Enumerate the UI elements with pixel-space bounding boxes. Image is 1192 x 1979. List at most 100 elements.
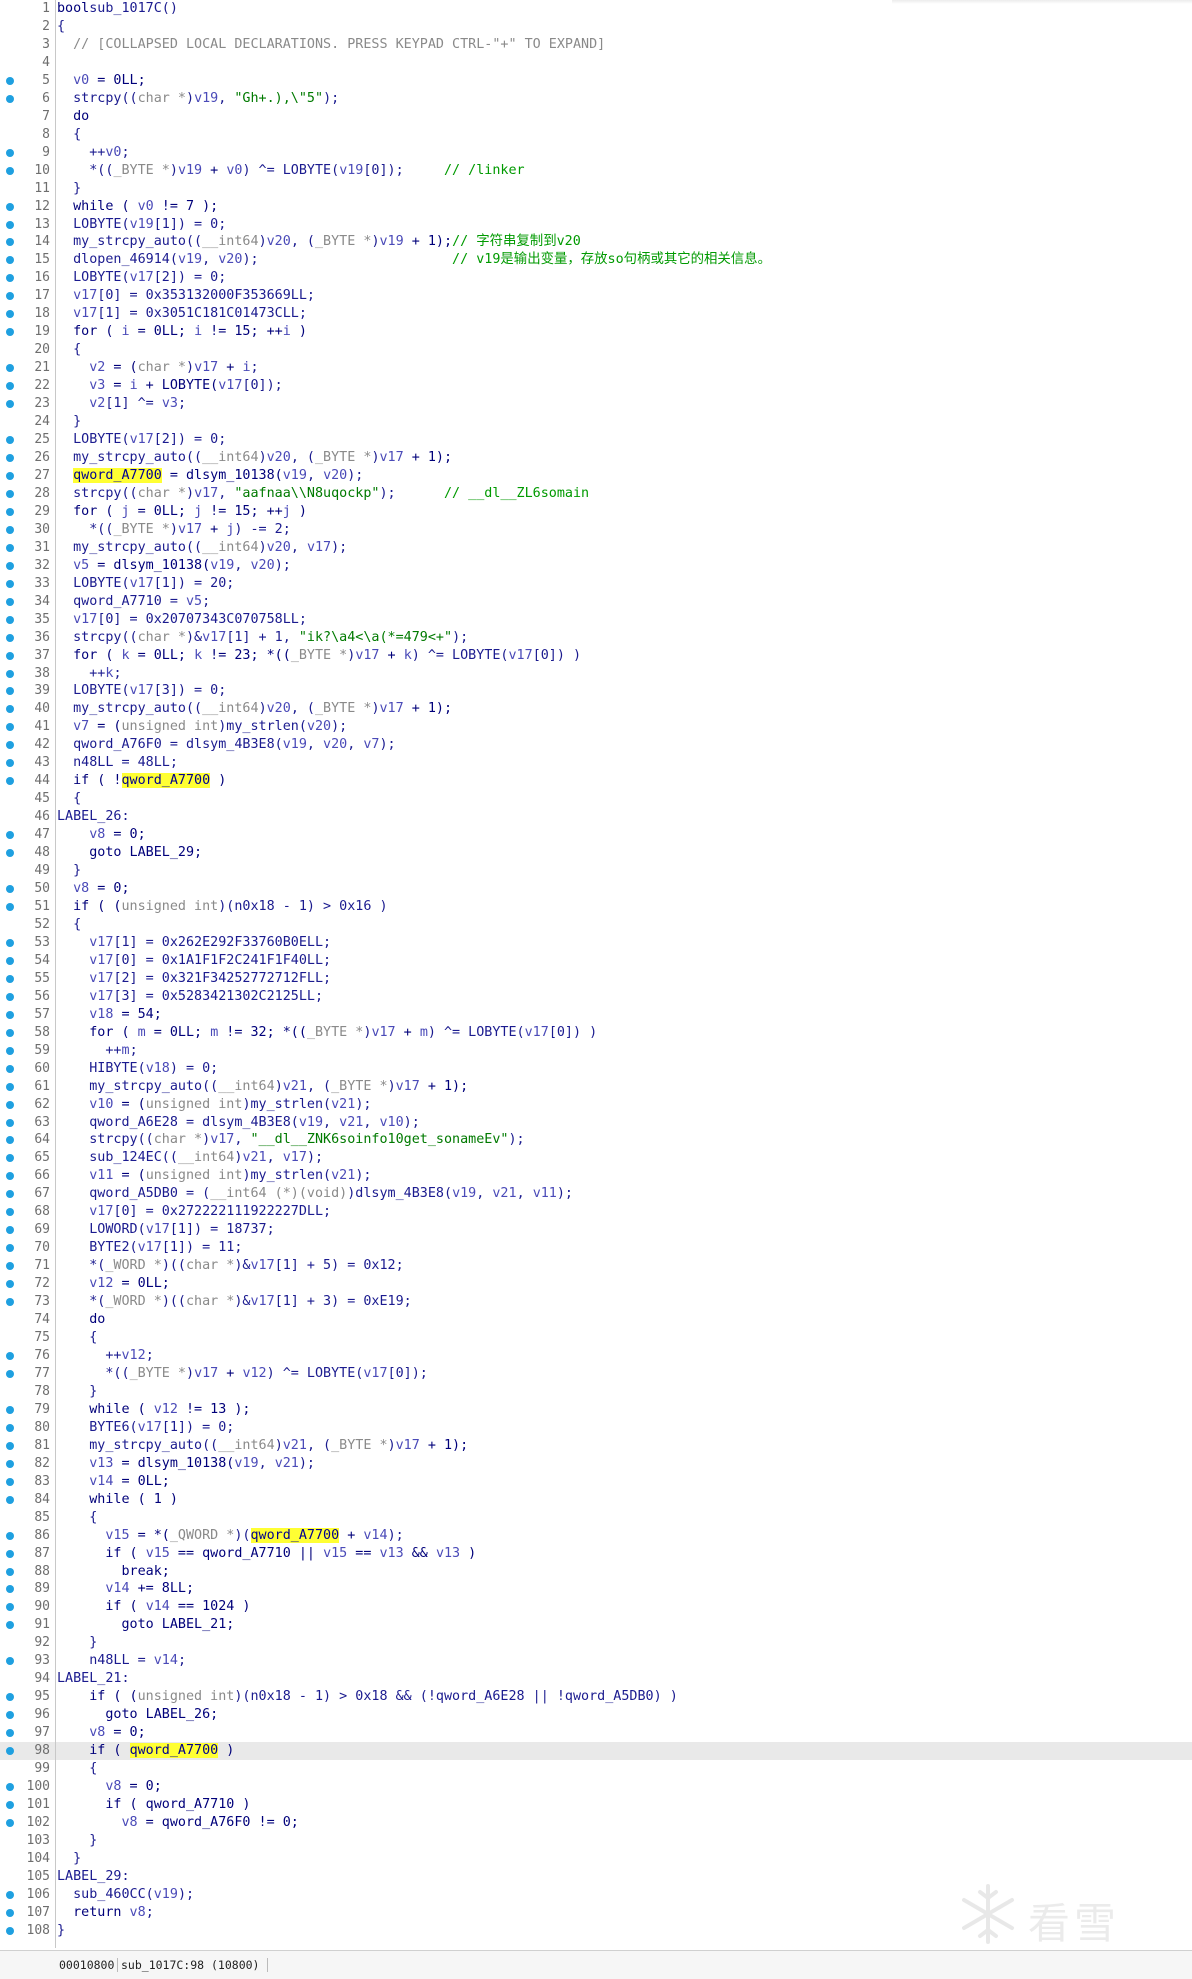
code-text[interactable]: qword_A6E28 = dlsym_4B3E8(v19, v21, v10)… — [57, 1114, 420, 1132]
code-line[interactable]: 36 strcpy((char *)&v17[1] + 1, "ik?\a4<\… — [0, 629, 1192, 647]
code-text[interactable]: break; — [57, 1563, 169, 1581]
code-line[interactable]: 28 strcpy((char *)v17, "aafnaa\\N8uqockp… — [0, 485, 1192, 503]
code-line[interactable]: 11 } — [0, 180, 1192, 198]
code-text[interactable]: *((_BYTE *)v17 + j) -= 2; — [57, 521, 291, 539]
code-line[interactable]: 23 v2[1] ^= v3; — [0, 395, 1192, 413]
code-text[interactable]: v7 = (unsigned int)my_strlen(v20); — [57, 718, 347, 736]
code-text[interactable]: my_strcpy_auto((__int64)v20, v17); — [57, 539, 347, 557]
code-text[interactable]: } — [57, 1383, 97, 1401]
code-line[interactable]: 54 v17[0] = 0x1A1F1F2C241F1F40LL; — [0, 952, 1192, 970]
code-line[interactable]: 74 do — [0, 1311, 1192, 1329]
code-text[interactable]: goto LABEL_26; — [57, 1706, 218, 1724]
code-line[interactable]: 64 strcpy((char *)v17, "__dl__ZNK6soinfo… — [0, 1131, 1192, 1149]
code-line[interactable]: 57 v18 = 54; — [0, 1006, 1192, 1024]
code-text[interactable]: qword_A76F0 = dlsym_4B3E8(v19, v20, v7); — [57, 736, 396, 754]
code-text[interactable]: ++v12; — [57, 1347, 153, 1365]
code-line[interactable]: 46 LABEL_26: — [0, 808, 1192, 826]
code-text[interactable]: my_strcpy_auto((__int64)v20, (_BYTE *)v1… — [57, 233, 581, 251]
code-text[interactable]: strcpy((char *)v19, "Gh+.),\"5"); — [57, 90, 339, 108]
code-text[interactable]: LABEL_21: — [57, 1670, 130, 1688]
code-line[interactable]: 17 v17[0] = 0x353132000F353669LL; — [0, 287, 1192, 305]
code-text[interactable]: } — [57, 180, 81, 198]
code-text[interactable]: if ( v15 == qword_A7710 || v15 == v13 &&… — [57, 1545, 476, 1563]
code-text[interactable]: v8 = 0; — [57, 880, 129, 898]
code-line[interactable]: 53 v17[1] = 0x262E292F33760B0ELL; — [0, 934, 1192, 952]
code-line[interactable]: 79 while ( v12 != 13 ); — [0, 1401, 1192, 1419]
code-text[interactable]: { — [57, 126, 81, 144]
code-text[interactable]: if ( (unsigned int)(n0x18 - 1) > 0x16 ) — [57, 898, 387, 916]
code-text[interactable]: v17[0] = 0x272222111922227DLL; — [57, 1203, 331, 1221]
code-text[interactable]: v11 = (unsigned int)my_strlen(v21); — [57, 1167, 371, 1185]
code-line[interactable]: 69 LOWORD(v17[1]) = 18737; — [0, 1221, 1192, 1239]
code-text[interactable]: LOWORD(v17[1]) = 18737; — [57, 1221, 274, 1239]
code-line[interactable]: 3 // [COLLAPSED LOCAL DECLARATIONS. PRES… — [0, 36, 1192, 54]
code-line[interactable]: 61 my_strcpy_auto((__int64)v21, (_BYTE *… — [0, 1078, 1192, 1096]
code-line[interactable]: 96 goto LABEL_26; — [0, 1706, 1192, 1724]
code-text[interactable]: { — [57, 1329, 97, 1347]
code-text[interactable]: v17[0] = 0x1A1F1F2C241F1F40LL; — [57, 952, 331, 970]
code-text[interactable]: LOBYTE(v17[2]) = 0; — [57, 431, 226, 449]
code-line[interactable]: 87 if ( v15 == qword_A7710 || v15 == v13… — [0, 1545, 1192, 1563]
code-line[interactable]: 85 { — [0, 1509, 1192, 1527]
code-line[interactable]: 45 { — [0, 790, 1192, 808]
code-text[interactable]: return v8; — [57, 1904, 154, 1922]
code-line[interactable]: 84 while ( 1 ) — [0, 1491, 1192, 1509]
code-text[interactable]: for ( m = 0LL; m != 32; *((_BYTE *)v17 +… — [57, 1024, 597, 1042]
code-text[interactable]: LABEL_26: — [57, 808, 130, 826]
code-line[interactable]: 32 v5 = dlsym_10138(v19, v20); — [0, 557, 1192, 575]
code-text[interactable]: // [COLLAPSED LOCAL DECLARATIONS. PRESS … — [57, 36, 605, 54]
code-line[interactable]: 25 LOBYTE(v17[2]) = 0; — [0, 431, 1192, 449]
code-line[interactable]: 88 break; — [0, 1563, 1192, 1581]
code-text[interactable]: *(_WORD *)((char *)&v17[1] + 3) = 0xE19; — [57, 1293, 412, 1311]
code-text[interactable]: v17[2] = 0x321F34252772712FLL; — [57, 970, 331, 988]
code-line[interactable]: 76 ++v12; — [0, 1347, 1192, 1365]
code-text[interactable]: } — [57, 1922, 65, 1940]
code-line[interactable]: 63 qword_A6E28 = dlsym_4B3E8(v19, v21, v… — [0, 1114, 1192, 1132]
code-text[interactable]: if ( qword_A7700 ) — [57, 1742, 234, 1760]
code-text[interactable]: LOBYTE(v17[3]) = 0; — [57, 682, 226, 700]
code-text[interactable]: { — [57, 341, 81, 359]
code-text[interactable]: v12 = 0LL; — [57, 1275, 170, 1293]
code-text[interactable]: goto LABEL_21; — [57, 1616, 234, 1634]
code-line[interactable]: 70 BYTE2(v17[1]) = 11; — [0, 1239, 1192, 1257]
code-line[interactable]: 102 v8 = qword_A76F0 != 0; — [0, 1814, 1192, 1832]
code-line[interactable]: 100 v8 = 0; — [0, 1778, 1192, 1796]
code-line[interactable]: 89 v14 += 8LL; — [0, 1580, 1192, 1598]
code-line[interactable]: 97 v8 = 0; — [0, 1724, 1192, 1742]
code-line[interactable]: 78 } — [0, 1383, 1192, 1401]
code-line[interactable]: 72 v12 = 0LL; — [0, 1275, 1192, 1293]
code-text[interactable]: qword_A5DB0 = (__int64 (*)(void))dlsym_4… — [57, 1185, 573, 1203]
code-text[interactable]: v14 = 0LL; — [57, 1473, 170, 1491]
code-line[interactable]: 77 *((_BYTE *)v17 + v12) ^= LOBYTE(v17[0… — [0, 1365, 1192, 1383]
pseudocode-view[interactable]: 1 boolsub_1017C() 2{3 // [COLLAPSED LOCAL … — [0, 0, 1192, 1950]
code-line[interactable]: 5 v0 = 0LL; — [0, 72, 1192, 90]
code-text[interactable]: ++k; — [57, 665, 121, 683]
code-line[interactable]: 73 *(_WORD *)((char *)&v17[1] + 3) = 0xE… — [0, 1293, 1192, 1311]
code-line[interactable]: 18 v17[1] = 0x3051C181C01473CLL; — [0, 305, 1192, 323]
code-line[interactable]: 7 do — [0, 108, 1192, 126]
code-text[interactable]: boolsub_1017C() — [57, 0, 178, 18]
code-text[interactable]: for ( k = 0LL; k != 23; *((_BYTE *)v17 +… — [57, 647, 581, 665]
code-text[interactable]: n48LL = v14; — [57, 1652, 186, 1670]
code-text[interactable]: if ( (unsigned int)(n0x18 - 1) > 0x18 &&… — [57, 1688, 678, 1706]
code-text[interactable]: do — [57, 1311, 105, 1329]
code-text[interactable]: v2 = (char *)v17 + i; — [57, 359, 258, 377]
code-text[interactable]: *((_BYTE *)v19 + v0) ^= LOBYTE(v19[0]); … — [57, 162, 524, 180]
code-text[interactable]: v10 = (unsigned int)my_strlen(v21); — [57, 1096, 371, 1114]
code-text[interactable]: ++m; — [57, 1042, 137, 1060]
code-line[interactable]: 26 my_strcpy_auto((__int64)v20, (_BYTE *… — [0, 449, 1192, 467]
code-line[interactable]: 44 if ( !qword_A7700 ) — [0, 772, 1192, 790]
code-line[interactable]: 59 ++m; — [0, 1042, 1192, 1060]
code-text[interactable]: BYTE6(v17[1]) = 0; — [57, 1419, 234, 1437]
code-text[interactable]: v3 = i + LOBYTE(v17[0]); — [57, 377, 283, 395]
code-text[interactable]: LOBYTE(v19[1]) = 0; — [57, 216, 226, 234]
code-line[interactable]: 99 { — [0, 1760, 1192, 1778]
code-text[interactable]: HIBYTE(v18) = 0; — [57, 1060, 218, 1078]
code-text[interactable]: v2[1] ^= v3; — [57, 395, 186, 413]
code-line[interactable]: 56 v17[3] = 0x5283421302C2125LL; — [0, 988, 1192, 1006]
code-line[interactable]: 92 } — [0, 1634, 1192, 1652]
code-line[interactable]: 22 v3 = i + LOBYTE(v17[0]); — [0, 377, 1192, 395]
code-text[interactable]: v17[0] = 0x353132000F353669LL; — [57, 287, 315, 305]
code-line[interactable]: 101 if ( qword_A7710 ) — [0, 1796, 1192, 1814]
code-text[interactable]: } — [57, 1832, 97, 1850]
